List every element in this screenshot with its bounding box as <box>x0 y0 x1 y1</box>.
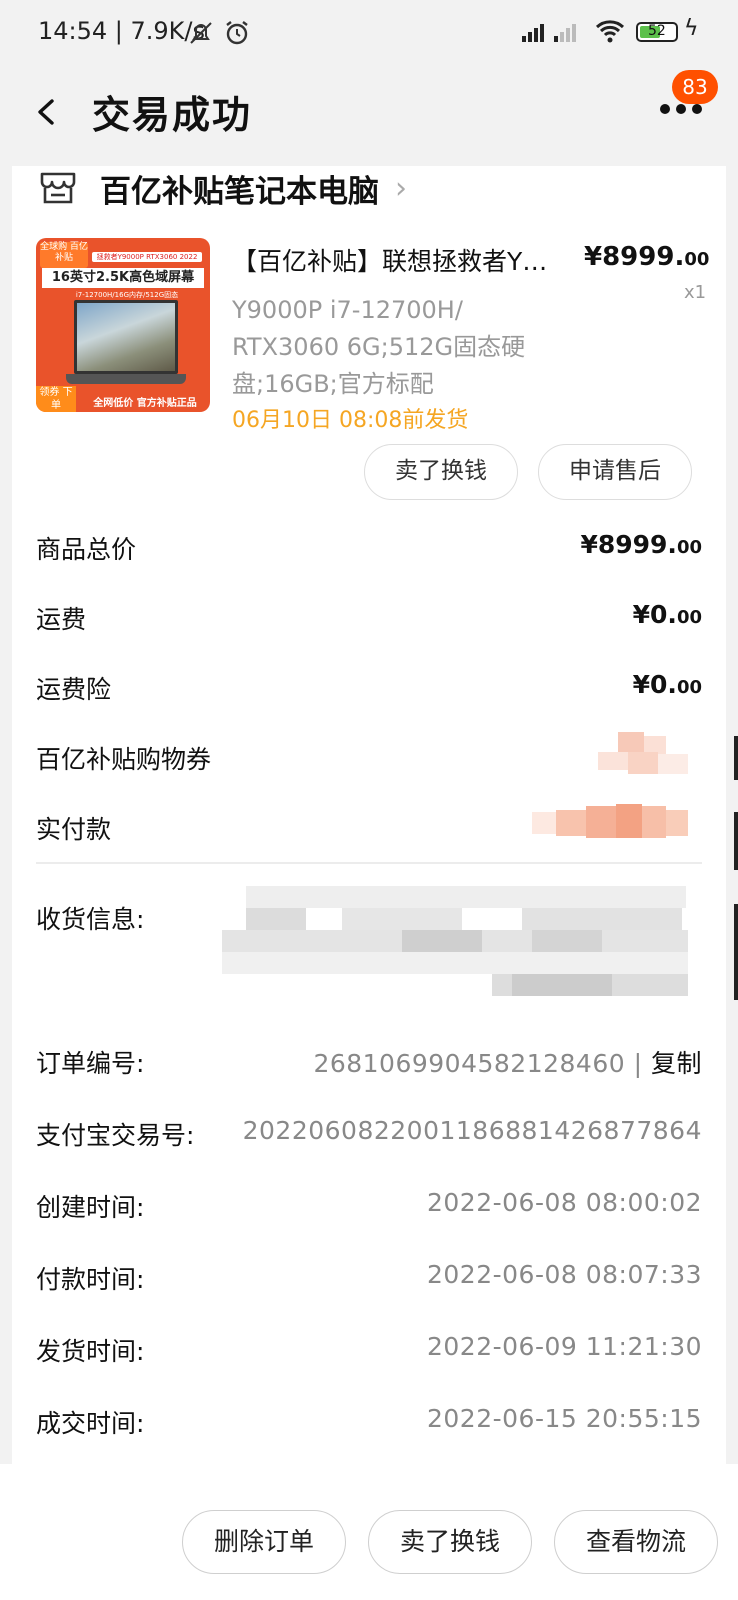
order-no-value: 2681069904582128460 | 复制 <box>313 1049 702 1078</box>
thumb-footer: 全网低价 官方补贴正品 <box>93 398 197 409</box>
redacted-paid-value <box>532 800 688 844</box>
done-value: 2022-06-15 20:55:15 <box>426 1404 702 1433</box>
spec-line: 盘;16GB;官方标配 <box>232 370 434 398</box>
bottom-action-bar: 删除订单 卖了换钱 查看物流 <box>0 1464 738 1600</box>
product-thumbnail[interactable]: 全球购 百亿补贴 拯救者Y9000P RTX3060 2022 16英寸2.5K… <box>36 238 210 412</box>
wifi-icon <box>595 20 625 43</box>
nav-bar: 交易成功 <box>0 64 738 164</box>
cost-value: ¥8999.00 <box>580 530 702 559</box>
created-label: 创建时间: <box>36 1193 145 1222</box>
store-icon <box>40 172 76 204</box>
redacted-coupon-value <box>598 732 688 778</box>
created-row: 创建时间: 2022-06-08 08:00:02 <box>36 1188 702 1228</box>
product-qty: x1 <box>684 282 707 303</box>
notification-badge: 83 <box>672 70 718 104</box>
cost-label: 运费险 <box>36 675 112 704</box>
mute-bell-icon <box>190 22 212 44</box>
scroll-marker <box>734 736 738 780</box>
battery-level: 52 <box>648 23 666 39</box>
product-title[interactable]: 【百亿补贴】联想拯救者Y… <box>232 242 562 278</box>
shipping-label: 收货信息: <box>36 905 145 934</box>
delete-order-button[interactable]: 删除订单 <box>182 1510 346 1574</box>
spec-line: Y9000P i7-12700H/ <box>232 296 463 324</box>
thumb-headline: 16英寸2.5K高色域屏幕 <box>42 268 204 288</box>
back-arrow-icon[interactable] <box>28 92 68 132</box>
created-value: 2022-06-08 08:00:02 <box>426 1188 702 1217</box>
status-bar: 14:54 | 7.9K/s 52 ϟ <box>0 0 738 64</box>
paid-time-label: 付款时间: <box>36 1265 145 1294</box>
order-no-label: 订单编号: <box>36 1049 145 1078</box>
alipay-label: 支付宝交易号: <box>36 1121 195 1150</box>
charging-icon: ϟ <box>684 16 699 41</box>
shipped-label: 发货时间: <box>36 1337 145 1366</box>
chevron-right-icon: › <box>395 170 407 206</box>
sell-for-cash-button[interactable]: 卖了换钱 <box>364 444 518 500</box>
cost-label: 商品总价 <box>36 535 137 564</box>
page-title: 交易成功 <box>92 93 253 137</box>
laptop-screen-image <box>74 300 178 374</box>
cost-value: ¥0.00 <box>632 600 702 629</box>
done-label: 成交时间: <box>36 1409 145 1438</box>
after-sales-button[interactable]: 申请售后 <box>538 444 692 500</box>
shop-name: 百亿补贴笔记本电脑 <box>100 173 379 210</box>
order-card: 百亿补贴笔记本电脑 › 全球购 百亿补贴 拯救者Y9000P RTX3060 2… <box>12 166 726 1496</box>
thumb-corner-tag: 全球购 百亿补贴 <box>40 242 88 268</box>
paid-time-row: 付款时间: 2022-06-08 08:07:33 <box>36 1260 702 1300</box>
signal-icon <box>522 24 576 42</box>
cost-row-total: 商品总价 ¥8999.00 <box>36 530 702 570</box>
cost-row-shipping: 运费 ¥0.00 <box>36 600 702 640</box>
scroll-marker <box>734 904 738 1000</box>
product-spec: Y9000P i7-12700H/ RTX3060 6G;512G固态硬 盘;1… <box>232 292 562 403</box>
section-divider <box>36 862 702 864</box>
thumb-coupon-tag: 领券 下单 <box>36 386 76 412</box>
alipay-value: 2022060822001186881426877864 <box>242 1116 702 1145</box>
coupon-label: 百亿补贴购物券 <box>36 745 212 774</box>
redacted-address <box>222 886 688 998</box>
battery-icon: 52 <box>636 22 678 42</box>
scroll-marker <box>734 812 738 870</box>
view-logistics-button[interactable]: 查看物流 <box>554 1510 718 1574</box>
thumb-model: 拯救者Y9000P RTX3060 2022 <box>92 252 202 262</box>
paid-label: 实付款 <box>36 815 112 844</box>
shop-header[interactable]: 百亿补贴笔记本电脑 › <box>38 166 407 210</box>
copy-button[interactable]: 复制 <box>651 1049 702 1078</box>
cost-row-insurance: 运费险 ¥0.00 <box>36 670 702 710</box>
shipped-value: 2022-06-09 11:21:30 <box>426 1332 702 1361</box>
cost-label: 运费 <box>36 605 87 634</box>
sell-for-cash-bottom-button[interactable]: 卖了换钱 <box>368 1510 532 1574</box>
alipay-row: 支付宝交易号: 2022060822001186881426877864 <box>36 1116 702 1156</box>
spec-line: RTX3060 6G;512G固态硬 <box>232 333 526 361</box>
paid-time-value: 2022-06-08 08:07:33 <box>426 1260 702 1289</box>
thumb-config: i7-12700H/16G内存/512G固态 <box>75 291 179 299</box>
product-price: ¥8999.00 <box>584 242 710 272</box>
ship-deadline: 06月10日 08:08前发货 <box>232 408 469 433</box>
alarm-icon <box>226 21 248 45</box>
status-time: 14:54 | 7.9K/s <box>38 17 206 45</box>
done-row: 成交时间: 2022-06-15 20:55:15 <box>36 1404 702 1444</box>
laptop-base-image <box>66 374 186 384</box>
order-no-row: 订单编号: 2681069904582128460 | 复制 <box>36 1044 702 1084</box>
shipped-row: 发货时间: 2022-06-09 11:21:30 <box>36 1332 702 1372</box>
cost-value: ¥0.00 <box>632 670 702 699</box>
